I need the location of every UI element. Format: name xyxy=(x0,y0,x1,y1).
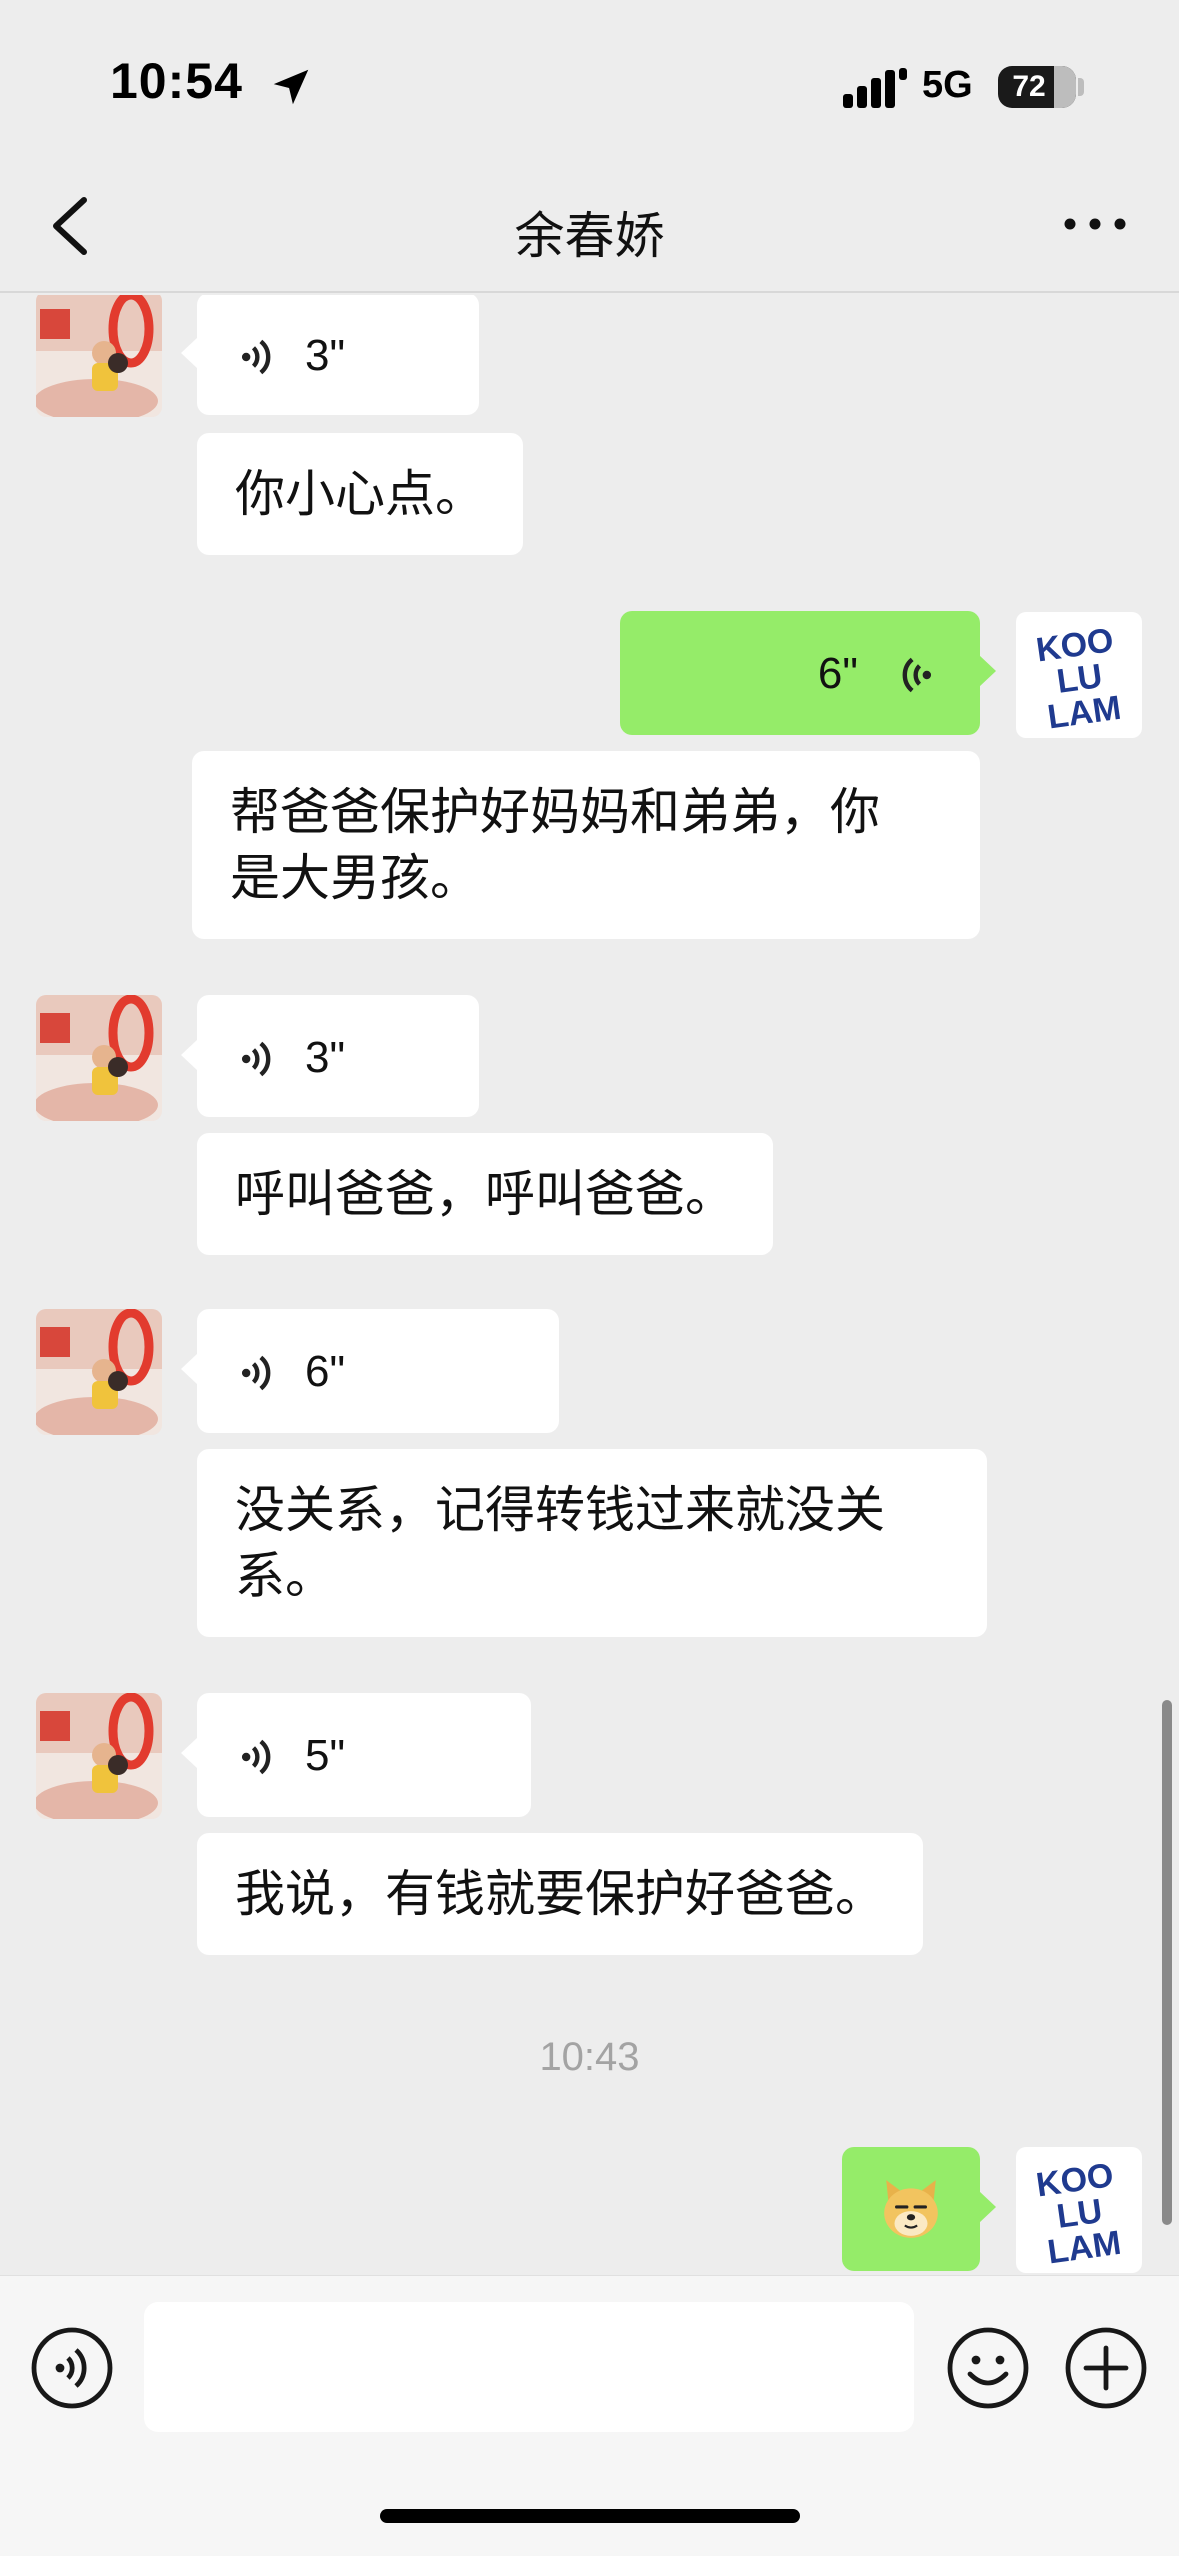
voice-duration: 3" xyxy=(305,1033,346,1082)
my-avatar[interactable]: KOO LU LAM xyxy=(1016,612,1142,738)
smiley-icon[interactable] xyxy=(946,2326,1030,2410)
message-text: 呼叫爸爸，呼叫爸爸。 xyxy=(235,1165,735,1223)
plus-circle-icon[interactable] xyxy=(1064,2326,1148,2410)
contact-avatar[interactable] xyxy=(36,295,162,417)
voice-duration: 5" xyxy=(305,1731,346,1780)
contact-avatar[interactable] xyxy=(36,995,162,1121)
message-input[interactable] xyxy=(144,2302,914,2432)
contact-avatar[interactable] xyxy=(36,1309,162,1435)
text-message[interactable]: 你小心点。 xyxy=(197,433,523,555)
voice-duration: 6" xyxy=(305,1347,346,1396)
input-bar xyxy=(0,2275,1179,2556)
child-photo-icon xyxy=(36,1693,162,1819)
voice-wave-icon xyxy=(241,1041,271,1077)
child-photo-icon xyxy=(36,1309,162,1435)
ellipsis-icon[interactable] xyxy=(1060,204,1130,244)
voice-wave-icon xyxy=(902,657,932,693)
home-indicator[interactable] xyxy=(380,2509,800,2523)
voice-wave-icon xyxy=(241,1739,271,1775)
voice-message[interactable]: 6" xyxy=(181,1309,559,1433)
message-text: 我说，有钱就要保护好爸爸。 xyxy=(235,1865,885,1923)
text-message[interactable]: 我说，有钱就要保护好爸爸。 xyxy=(197,1833,923,1955)
message-text-line: 是大男孩。 xyxy=(230,849,480,907)
doge-emoji-icon xyxy=(884,2180,938,2238)
contact-avatar[interactable] xyxy=(36,1693,162,1819)
voice-message[interactable]: 3" xyxy=(181,295,479,415)
child-photo-icon xyxy=(36,995,162,1121)
battery-tip xyxy=(1078,78,1084,96)
message-timestamp: 10:43 xyxy=(539,2035,640,2079)
message-text: 你小心点。 xyxy=(235,465,485,523)
signal-strength-icon xyxy=(843,68,907,108)
message-text-line: 帮爸爸保护好妈妈和弟弟，你 xyxy=(230,783,880,841)
child-photo-icon xyxy=(36,295,162,417)
status-bar: 10:54 5G 72 xyxy=(0,0,1179,160)
voice-duration: 6" xyxy=(817,649,858,698)
battery-icon: 72 xyxy=(998,66,1076,108)
message-text-line: 系。 xyxy=(235,1547,335,1605)
voice-toggle-icon[interactable] xyxy=(30,2326,114,2410)
text-message[interactable]: 没关系，记得转钱过来就没关 系。 xyxy=(197,1449,987,1637)
voice-message[interactable]: 5" xyxy=(181,1693,531,1817)
my-avatar[interactable]: KOO LU LAM xyxy=(1016,2147,1142,2273)
status-time: 10:54 xyxy=(110,53,243,109)
text-message[interactable]: 呼叫爸爸，呼叫爸爸。 xyxy=(197,1133,773,1255)
koolulam-logo-icon: KOO LU LAM xyxy=(1016,2147,1142,2273)
voice-message[interactable]: 6" xyxy=(620,611,996,735)
voice-wave-icon xyxy=(241,339,271,375)
voice-wave-icon xyxy=(241,1355,271,1391)
text-message[interactable]: 帮爸爸保护好妈妈和弟弟，你 是大男孩。 xyxy=(192,751,980,939)
koolulam-logo-icon: KOO LU LAM xyxy=(1016,612,1142,738)
battery-percent: 72 xyxy=(1012,70,1046,103)
voice-duration: 3" xyxy=(305,331,346,380)
network-type: 5G xyxy=(922,64,973,106)
location-arrow-icon xyxy=(273,69,309,105)
chat-title: 余春娇 xyxy=(514,207,665,265)
voice-message[interactable]: 3" xyxy=(181,995,479,1117)
sticker-message[interactable] xyxy=(842,2147,996,2271)
message-text-line: 没关系，记得转钱过来就没关 xyxy=(235,1481,885,1539)
chat-header: 余春娇 xyxy=(0,160,1179,293)
message-list[interactable]: 3" 你小心点。 KOO LU LAM 6" 帮爸爸保护好妈妈和弟弟，你 是大男… xyxy=(0,295,1179,2275)
scroll-bar[interactable] xyxy=(1162,1700,1172,2225)
